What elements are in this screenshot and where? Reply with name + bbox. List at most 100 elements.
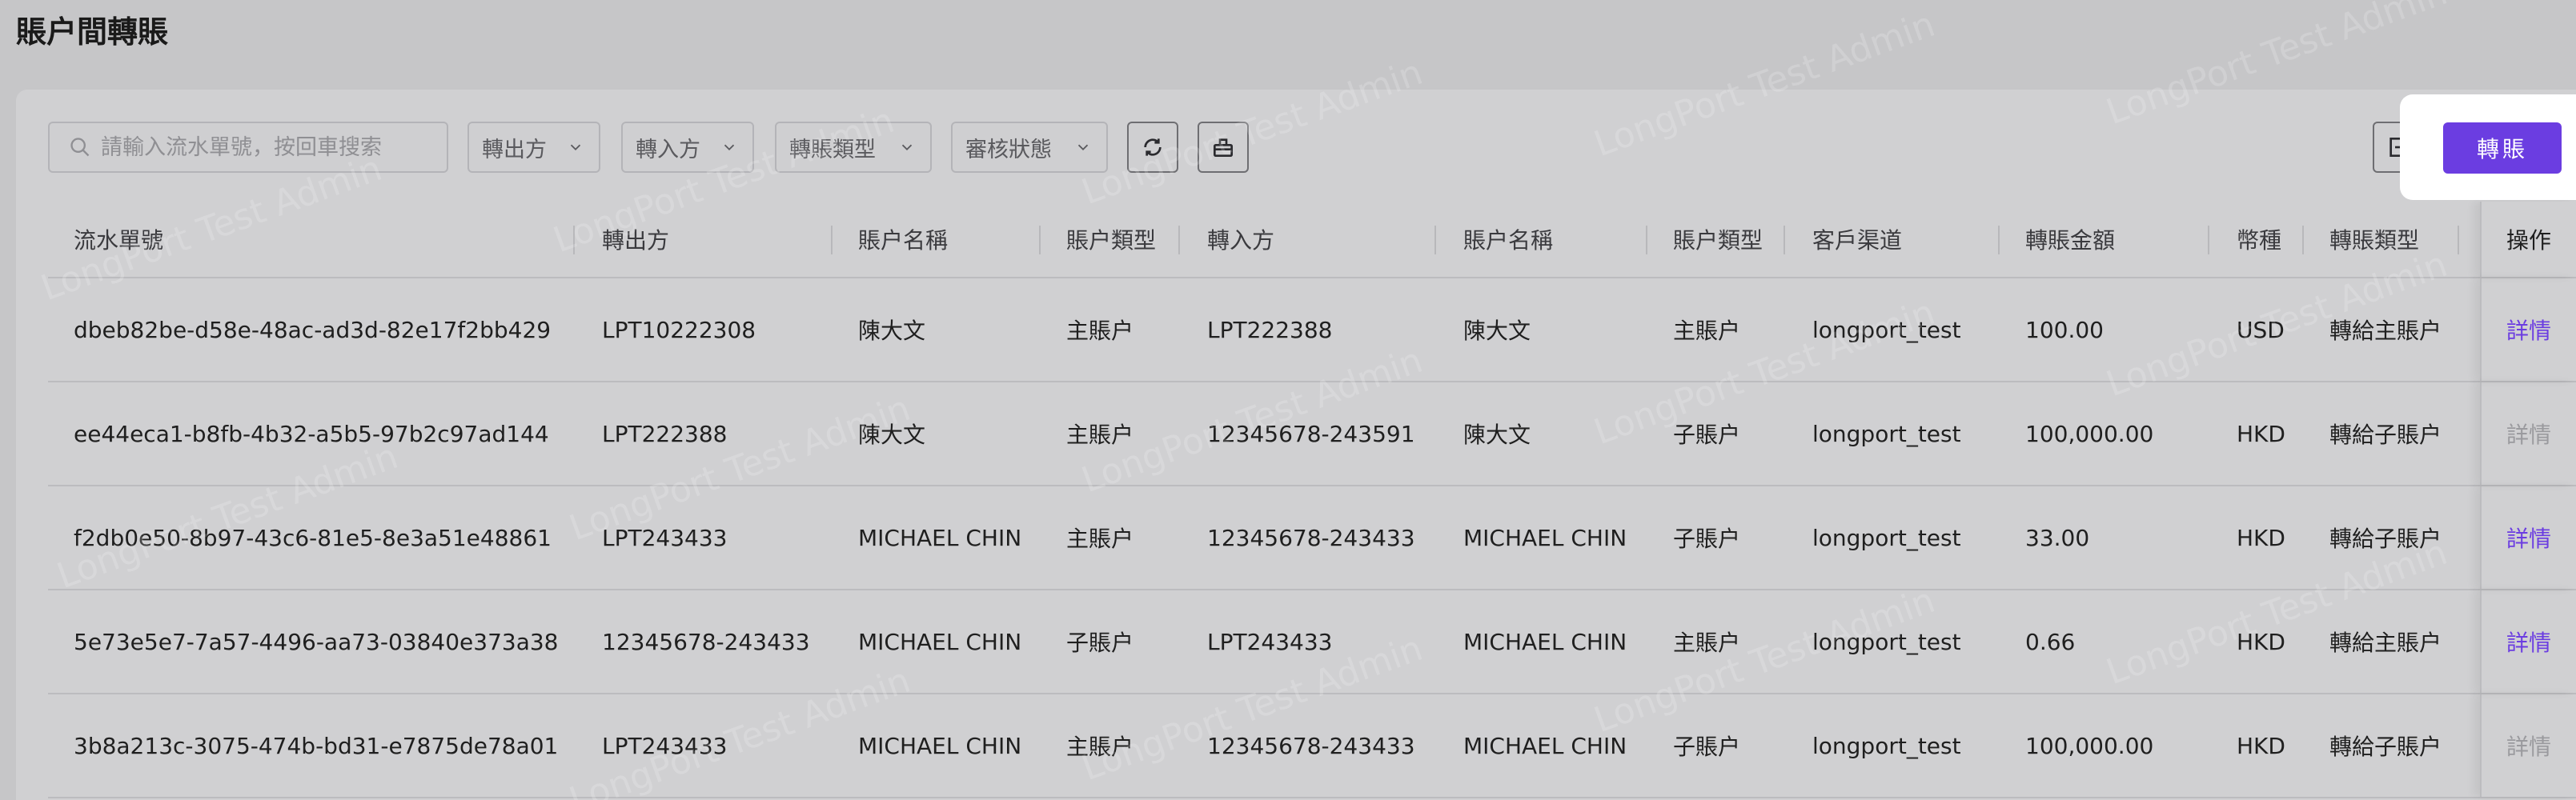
from-type-cell: 主賬户 [1066, 734, 1134, 760]
from-account-cell: LPT10222308 [602, 316, 756, 343]
refresh-button[interactable] [1127, 122, 1178, 173]
column-divider [1784, 226, 1785, 254]
detail-link: 詳情 [2506, 734, 2551, 760]
table-row: f2db0e50-8b97-43c6-81e5-8e3a51e48861 LPT2… [48, 486, 2576, 590]
from-account-cell: LPT243433 [602, 524, 728, 551]
from-name-cell: 陳大文 [858, 318, 926, 344]
to-account-cell: LPT243433 [1207, 628, 1333, 655]
serial-number-cell: 3b8a213c-3075-474b-bd31-e7875de78a01 [74, 732, 559, 759]
transfer-type-cell: 轉給子賬户 [2329, 422, 2442, 448]
currency-cell: HKD [2237, 524, 2285, 551]
from-type-cell: 主賬户 [1066, 318, 1134, 344]
filter-label: 轉入方 [636, 137, 700, 162]
transfer-table: 流水單號 轉出方 賬户名稱 賬户類型 轉入方 賬户名稱 賬户類型 客戶渠道 轉賬… [48, 202, 2576, 798]
amount-cell: 0.66 [2025, 628, 2076, 655]
amount-cell: 100,000.00 [2025, 420, 2154, 447]
filter-transfer-type[interactable]: 轉賬類型 [775, 122, 932, 173]
search-input[interactable] [101, 134, 445, 160]
amount-cell: 100.00 [2025, 316, 2104, 343]
to-type-cell: 主賬户 [1673, 630, 1741, 656]
column-header: 賬户類型 [1066, 227, 1157, 254]
transfer-type-cell: 轉給子賬户 [2329, 734, 2442, 760]
action-cell: 詳情 [2480, 486, 2576, 589]
filter-from[interactable]: 轉出方 [467, 122, 600, 173]
amount-cell: 100,000.00 [2025, 732, 2154, 759]
from-account-cell: LPT243433 [602, 732, 728, 759]
transfer-type-cell: 轉給主賬户 [2329, 630, 2442, 656]
column-header-action: 操作 [2480, 202, 2576, 277]
chevron-down-icon [1077, 144, 1089, 151]
serial-number-cell: 5e73e5e7-7a57-4496-aa73-03840e373a38 [74, 628, 559, 655]
column-divider [2458, 226, 2459, 254]
currency-cell: HKD [2237, 628, 2285, 655]
page-title: 賬户間轉賬 [16, 14, 169, 50]
action-cell: 詳情 [2480, 382, 2576, 485]
transfer-type-cell: 轉給主賬户 [2329, 318, 2442, 344]
to-account-cell: 12345678-243433 [1207, 524, 1415, 551]
to-account-cell: LPT222388 [1207, 316, 1333, 343]
filter-to[interactable]: 轉入方 [621, 122, 754, 173]
amount-cell: 33.00 [2025, 524, 2090, 551]
from-account-cell: LPT222388 [602, 420, 728, 447]
column-divider [1646, 226, 1647, 254]
to-type-cell: 主賬户 [1673, 318, 1741, 344]
channel-cell: longport_test [1812, 628, 1961, 655]
eraser-icon [1214, 138, 1233, 157]
currency-cell: USD [2237, 316, 2285, 343]
chevron-down-icon [570, 144, 581, 151]
from-name-cell: 陳大文 [858, 422, 926, 448]
transfer-list-card: 轉出方 轉入方 轉賬類型 審核狀態 [16, 90, 2576, 800]
to-account-cell: 12345678-243433 [1207, 732, 1415, 759]
column-header: 賬户名稱 [1463, 227, 1554, 254]
column-divider [1998, 226, 2000, 254]
column-header: 賬户類型 [1673, 227, 1763, 254]
from-name-cell: MICHAEL CHIN [858, 732, 1022, 759]
filter-review-status[interactable]: 審核狀態 [951, 122, 1108, 173]
to-account-cell: 12345678-243591 [1207, 420, 1415, 447]
action-cell: 詳情 [2480, 278, 2576, 381]
table-body: dbeb82be-d58e-48ac-ad3d-82e17f2bb429 LPT1… [48, 278, 2576, 798]
serial-number-cell: dbeb82be-d58e-48ac-ad3d-82e17f2bb429 [74, 316, 552, 343]
channel-cell: longport_test [1812, 316, 1961, 343]
detail-link[interactable]: 詳情 [2506, 314, 2551, 346]
from-name-cell: MICHAEL CHIN [858, 524, 1022, 551]
transfer-button[interactable]: 轉賬 [2443, 122, 2562, 174]
table-header: 流水單號 轉出方 賬户名稱 賬户類型 轉入方 賬户名稱 賬户類型 客戶渠道 轉賬… [48, 202, 2576, 278]
chevron-down-icon [901, 144, 913, 151]
filter-label: 轉賬類型 [789, 137, 876, 162]
chevron-down-icon [724, 144, 735, 151]
detail-link: 詳情 [2506, 422, 2551, 448]
column-header: 賬户名稱 [858, 227, 949, 254]
to-name-cell: MICHAEL CHIN [1463, 524, 1627, 551]
detail-link[interactable]: 詳情 [2506, 626, 2551, 658]
table-row: 5e73e5e7-7a57-4496-aa73-03840e373a38 1234… [48, 590, 2576, 694]
channel-cell: longport_test [1812, 732, 1961, 759]
from-type-cell: 主賬户 [1066, 526, 1134, 552]
currency-cell: HKD [2237, 420, 2285, 447]
clear-filters-button[interactable] [1198, 122, 1249, 173]
to-name-cell: 陳大文 [1463, 318, 1531, 344]
to-type-cell: 子賬户 [1673, 422, 1741, 448]
column-header: 客戶渠道 [1812, 227, 1903, 254]
filter-label: 轉出方 [482, 137, 547, 162]
toolbar: 轉出方 轉入方 轉賬類型 審核狀態 [48, 122, 2576, 173]
search-icon [70, 138, 90, 157]
table-row: dbeb82be-d58e-48ac-ad3d-82e17f2bb429 LPT1… [48, 278, 2576, 382]
to-type-cell: 子賬户 [1673, 734, 1741, 760]
from-type-cell: 主賬户 [1066, 422, 1134, 448]
column-header: 轉賬類型 [2329, 227, 2420, 254]
column-divider [1039, 226, 1041, 254]
transfer-type-cell: 轉給子賬户 [2329, 526, 2442, 552]
refresh-icon [1144, 138, 1162, 156]
column-divider [573, 226, 575, 254]
search-box[interactable] [48, 122, 448, 173]
to-name-cell: MICHAEL CHIN [1463, 732, 1627, 759]
column-divider [1178, 226, 1180, 254]
from-name-cell: MICHAEL CHIN [858, 628, 1022, 655]
to-name-cell: MICHAEL CHIN [1463, 628, 1627, 655]
action-cell: 詳情 [2480, 694, 2576, 797]
detail-link[interactable]: 詳情 [2506, 522, 2551, 554]
column-header: 轉出方 [602, 227, 670, 254]
column-divider [2302, 226, 2304, 254]
column-divider [1434, 226, 1436, 254]
